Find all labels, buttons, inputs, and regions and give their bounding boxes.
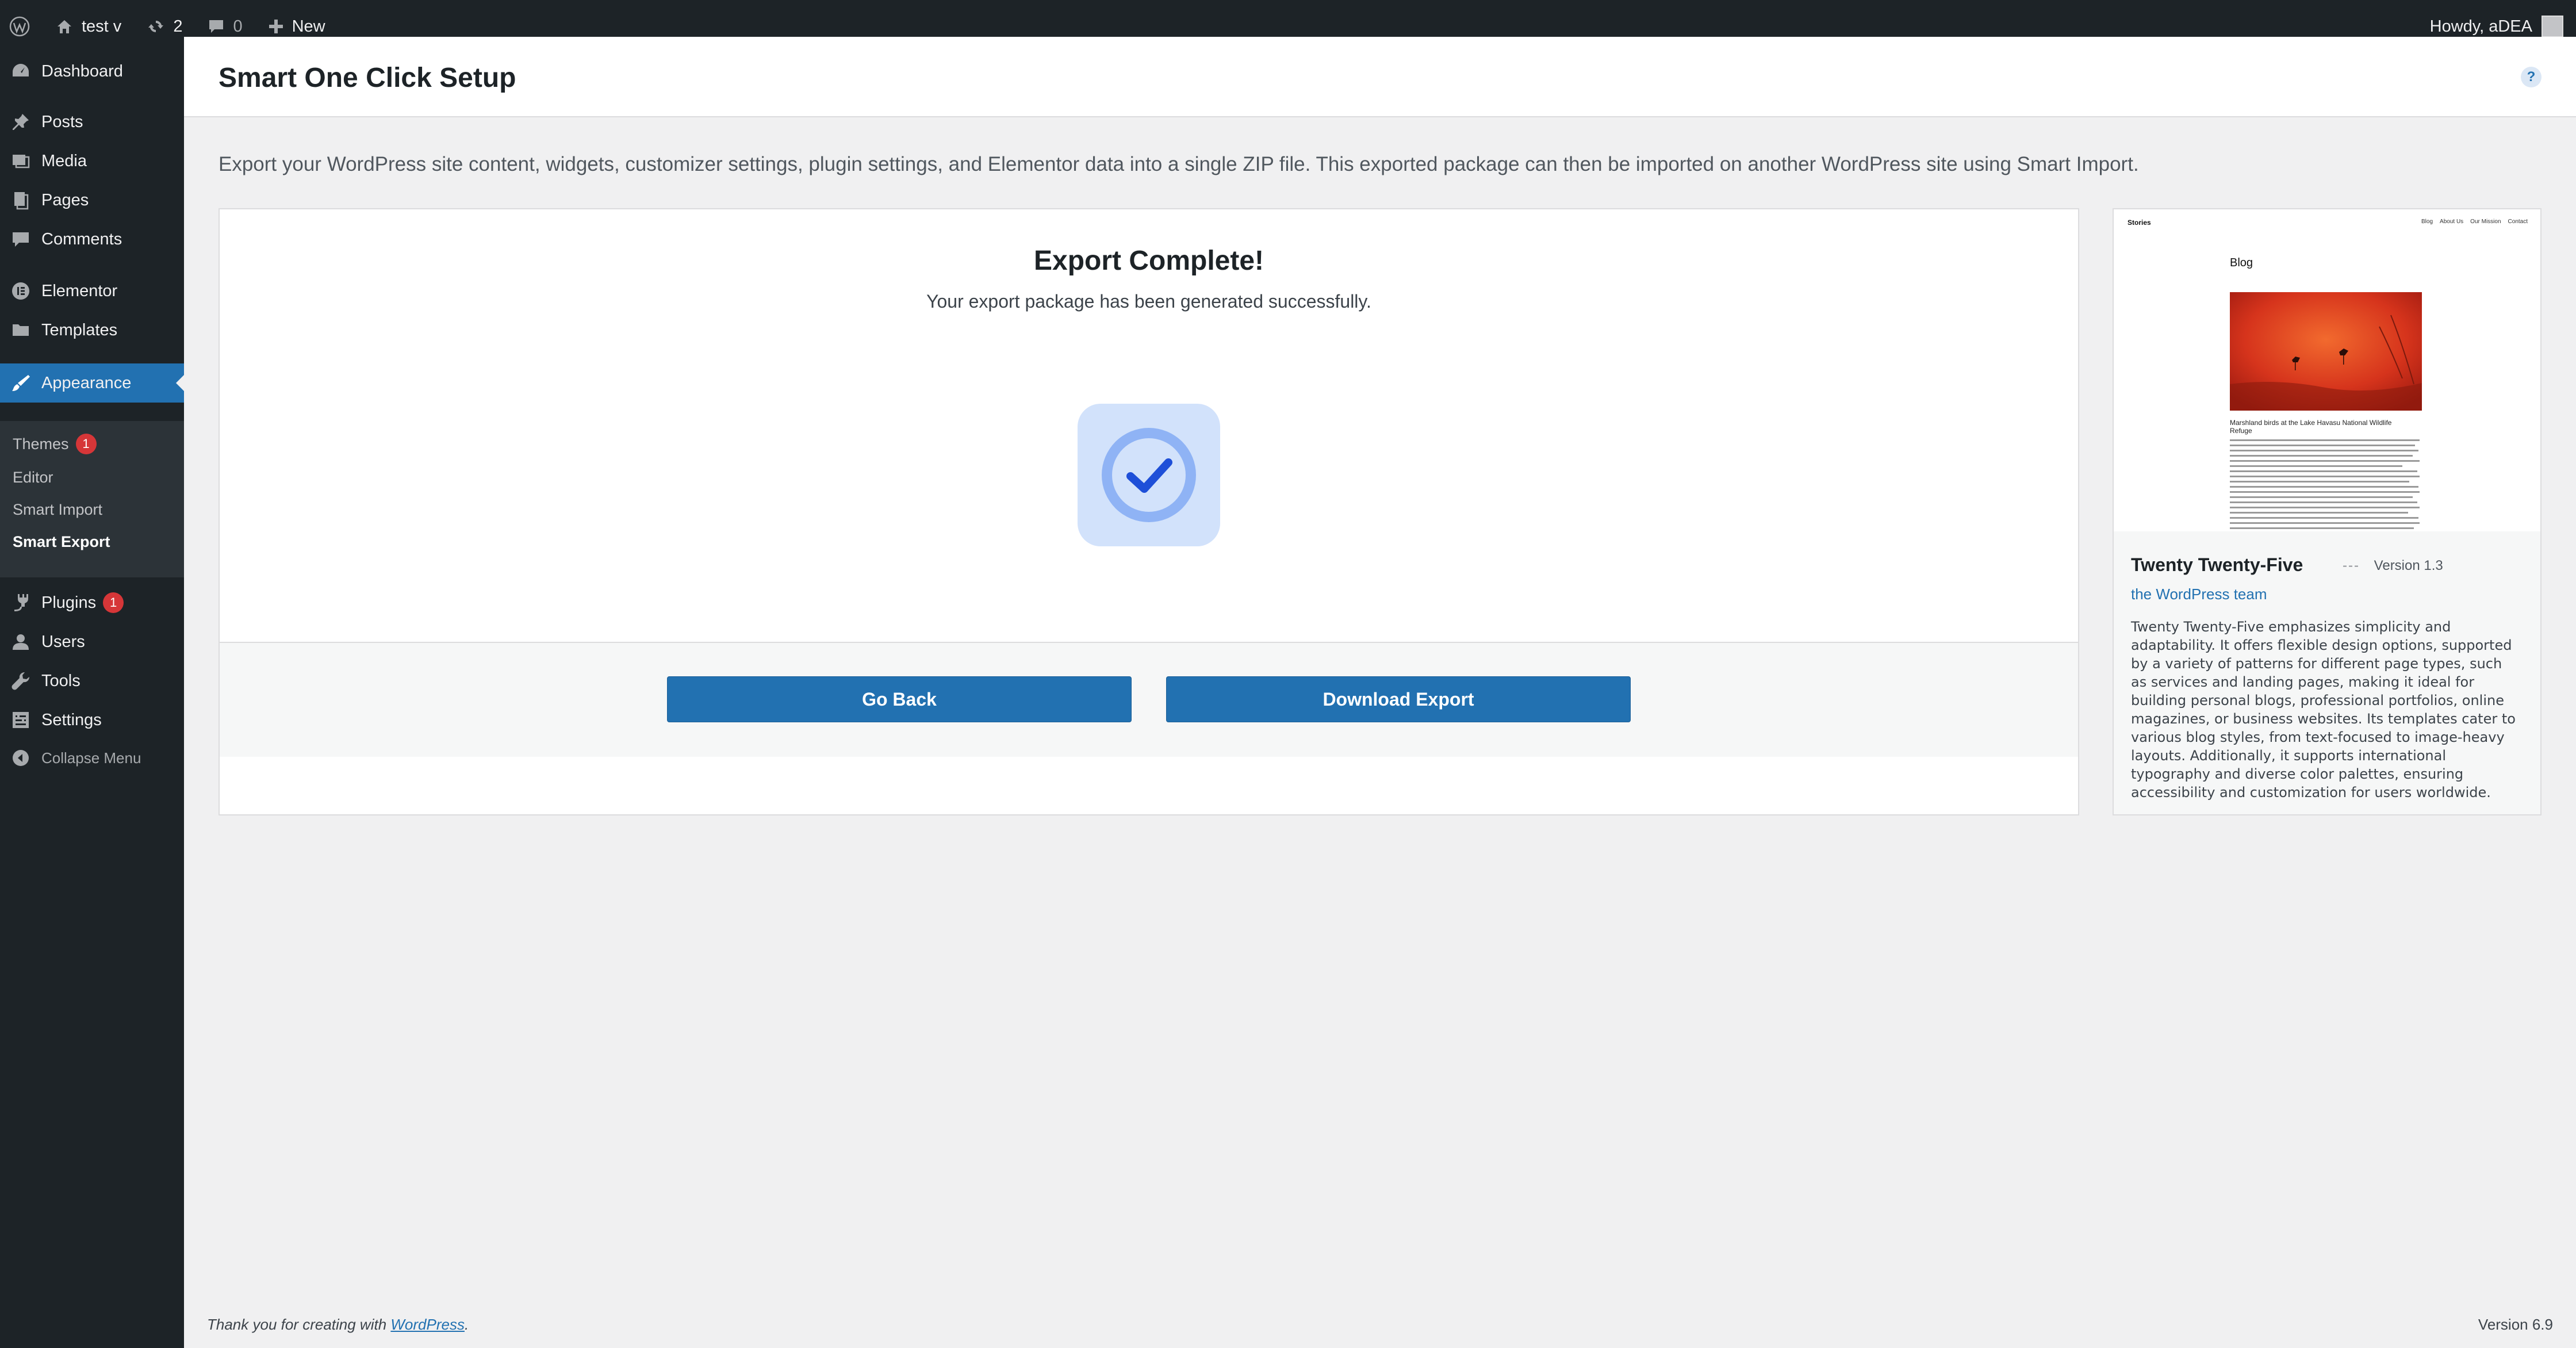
pushpin-icon — [13, 114, 29, 130]
sidebar-item-dashboard[interactable]: Dashboard — [0, 53, 184, 90]
appearance-submenu: Themes 1 Editor Smart Import Smart Expor… — [0, 421, 184, 577]
theme-version: --- Version 1.3 — [2343, 558, 2443, 574]
check-circle-icon — [1102, 428, 1196, 522]
plugins-update-badge: 1 — [103, 592, 124, 613]
active-theme-card: Stories Blog About Us Our Mission Contac… — [2113, 208, 2542, 815]
theme-version-separator: --- — [2343, 558, 2360, 573]
submenu-item-smart-export[interactable]: Smart Export — [13, 528, 110, 556]
success-check-icon — [1078, 404, 1220, 546]
theme-info: Twenty Twenty-Five --- Version 1.3 the W… — [2114, 531, 2540, 814]
site-name: test v — [82, 17, 122, 36]
sidebar-item-templates[interactable]: Templates — [0, 312, 184, 349]
theme-version-text: Version 1.3 — [2374, 558, 2443, 573]
sidebar-item-elementor[interactable]: Elementor — [0, 273, 184, 309]
plus-icon — [269, 20, 283, 33]
howdy-text: Howdy, aDEA — [2429, 17, 2532, 36]
screenshot-site-title: Stories — [2128, 219, 2151, 227]
help-button[interactable]: ? — [2521, 67, 2542, 87]
home-icon — [57, 20, 71, 33]
dashboard-icon — [13, 64, 29, 76]
paintbrush-icon — [12, 375, 30, 391]
updates-icon — [148, 20, 164, 33]
sidebar-item-users[interactable]: Users — [0, 623, 184, 660]
comment-icon — [209, 20, 224, 33]
screenshot-hero-image — [2230, 292, 2422, 411]
screenshot-body-text — [2230, 439, 2420, 529]
admin-sidebar: Dashboard Posts Media Pages Comments Ele… — [0, 37, 184, 1348]
sidebar-item-appearance[interactable]: Appearance — [0, 363, 184, 403]
plugin-icon — [14, 594, 28, 611]
settings-icon — [13, 712, 29, 728]
screenshot-caption: Marshland birds at the Lake Havasu Natio… — [2230, 419, 2392, 435]
export-complete-title: Export Complete! — [1033, 246, 1264, 276]
pages-icon — [14, 192, 29, 210]
footer-thanks: Thank you for creating with WordPress. — [207, 1316, 469, 1333]
comments-icon — [13, 232, 29, 247]
collapse-menu-button[interactable]: Collapse Menu — [0, 740, 184, 776]
theme-name: Twenty Twenty-Five — [2131, 554, 2303, 575]
wrench-icon — [12, 672, 29, 690]
themes-update-badge: 1 — [75, 434, 97, 454]
screenshot-nav: Blog About Us Our Mission Contact — [2421, 219, 2528, 225]
user-icon — [13, 634, 29, 650]
sidebar-item-posts[interactable]: Posts — [0, 104, 184, 140]
sidebar-item-pages[interactable]: Pages — [0, 182, 184, 219]
media-icon — [13, 155, 30, 168]
submenu-item-smart-import[interactable]: Smart Import — [13, 496, 102, 523]
wordpress-logo-icon — [9, 16, 30, 37]
folder-icon — [13, 324, 29, 336]
current-menu-arrow — [176, 375, 184, 391]
page-title: Smart One Click Setup — [218, 63, 516, 93]
export-result-card: Export Complete! Your export package has… — [218, 208, 2079, 815]
new-label: New — [292, 17, 325, 36]
download-export-button[interactable]: Download Export — [1166, 676, 1631, 722]
wordpress-link[interactable]: WordPress — [390, 1316, 465, 1333]
theme-author-link[interactable]: the WordPress team — [2131, 585, 2267, 603]
theme-description: Twenty Twenty-Five emphasizes simplicity… — [2131, 619, 2516, 801]
collapse-icon — [13, 750, 29, 766]
comments-count: 0 — [233, 17, 243, 36]
submenu-item-themes[interactable]: Themes 1 — [13, 430, 97, 458]
sidebar-item-media[interactable]: Media — [0, 143, 184, 179]
avatar — [2542, 16, 2563, 37]
page-header: Smart One Click Setup ? — [184, 37, 2576, 117]
sidebar-item-tools[interactable]: Tools — [0, 662, 184, 699]
updates-count: 2 — [173, 17, 183, 36]
submenu-item-editor[interactable]: Editor — [13, 464, 53, 491]
theme-screenshot: Stories Blog About Us Our Mission Contac… — [2114, 209, 2540, 533]
intro-text: Export your WordPress site content, widg… — [218, 153, 2139, 175]
sidebar-item-settings[interactable]: Settings — [0, 702, 184, 738]
screenshot-heading: Blog — [2230, 256, 2253, 269]
sidebar-item-comments[interactable]: Comments — [0, 221, 184, 258]
sidebar-item-plugins[interactable]: Plugins 1 — [0, 584, 184, 621]
export-actions: Go Back Download Export — [220, 642, 2078, 757]
footer-version: Version 6.9 — [2478, 1316, 2553, 1333]
elementor-icon — [12, 282, 29, 300]
go-back-button[interactable]: Go Back — [667, 676, 1132, 722]
export-complete-subtitle: Your export package has been generated s… — [926, 291, 1371, 312]
